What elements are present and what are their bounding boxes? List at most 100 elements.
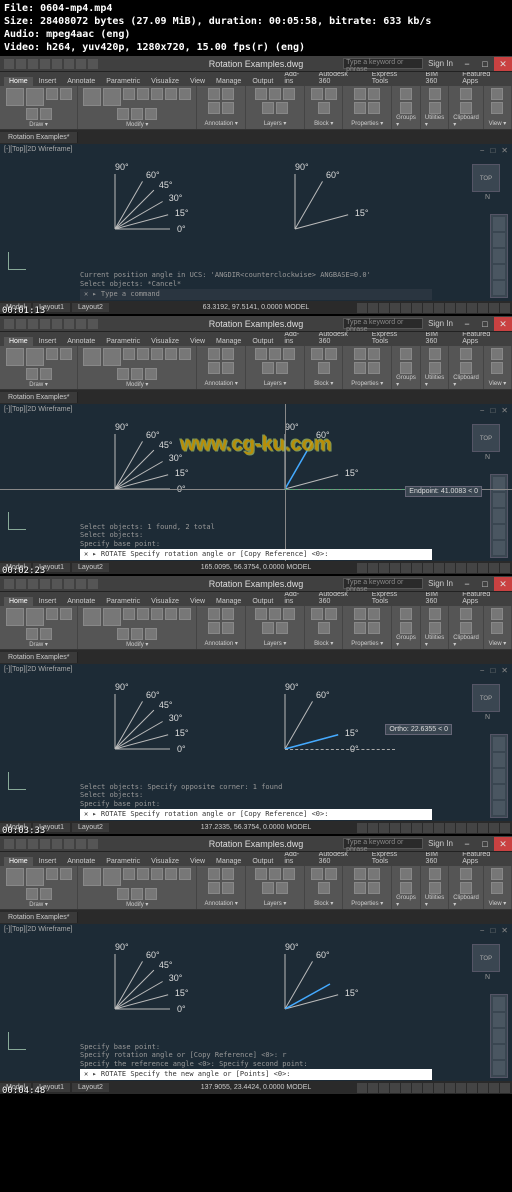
maximize-button[interactable]: □ <box>476 837 494 851</box>
ribbon-button[interactable] <box>400 348 412 360</box>
ribbon-button[interactable] <box>60 868 72 880</box>
ribbon-button[interactable] <box>26 608 44 626</box>
nav-tool[interactable] <box>493 509 505 523</box>
ribbon-button[interactable] <box>165 348 177 360</box>
close-icon[interactable]: ✕ <box>501 146 508 155</box>
ribbon-button[interactable] <box>368 348 380 360</box>
ribbon-button[interactable] <box>460 348 472 360</box>
ribbon-button[interactable] <box>368 102 380 114</box>
nav-tool[interactable] <box>493 785 505 799</box>
file-tab[interactable]: Rotation Examples* <box>0 392 78 403</box>
ribbon-tab[interactable]: Parametric <box>101 857 145 866</box>
ribbon-button[interactable] <box>123 348 135 360</box>
ribbon-button[interactable] <box>222 622 234 634</box>
qat-button[interactable] <box>52 579 62 589</box>
status-toggle[interactable] <box>390 823 400 833</box>
ribbon-button[interactable] <box>400 362 412 374</box>
ribbon-button[interactable] <box>165 868 177 880</box>
ribbon-button[interactable] <box>354 608 366 620</box>
nav-tool[interactable] <box>493 1029 505 1043</box>
nav-tool[interactable] <box>493 493 505 507</box>
qat-button[interactable] <box>28 839 38 849</box>
ribbon-button[interactable] <box>60 608 72 620</box>
ribbon-button[interactable] <box>103 868 121 886</box>
ribbon-tab[interactable]: Express Tools <box>367 330 420 346</box>
viewcube[interactable]: TOP <box>472 164 500 192</box>
status-toggle[interactable] <box>489 303 499 313</box>
ribbon-button[interactable] <box>208 868 220 880</box>
ribbon-button[interactable] <box>83 348 101 366</box>
qat-button[interactable] <box>4 59 14 69</box>
status-toggle[interactable] <box>467 563 477 573</box>
ribbon-tab[interactable]: Insert <box>34 77 62 86</box>
ribbon-button[interactable] <box>46 348 58 360</box>
search-input[interactable]: Type a keyword or phrase <box>343 578 423 589</box>
ribbon-tab[interactable]: Parametric <box>101 337 145 346</box>
ribbon-button[interactable] <box>460 882 472 894</box>
status-toggle[interactable] <box>368 1083 378 1093</box>
ribbon-tab[interactable]: Insert <box>34 857 62 866</box>
ribbon-button[interactable] <box>26 888 38 900</box>
ribbon-button[interactable] <box>179 608 191 620</box>
status-toggle[interactable] <box>401 1083 411 1093</box>
qat-button[interactable] <box>4 319 14 329</box>
close-button[interactable]: ✕ <box>494 57 512 71</box>
status-toggle[interactable] <box>445 303 455 313</box>
ribbon-button[interactable] <box>354 102 366 114</box>
ucs-icon[interactable] <box>8 508 30 530</box>
ribbon-button[interactable] <box>222 362 234 374</box>
ribbon-button[interactable] <box>26 348 44 366</box>
ribbon-button[interactable] <box>165 608 177 620</box>
ribbon-tab[interactable]: Featured Apps <box>457 590 512 606</box>
qat-button[interactable] <box>76 59 86 69</box>
minimize-button[interactable]: − <box>458 837 476 851</box>
status-toggle[interactable] <box>390 1083 400 1093</box>
ribbon-button[interactable] <box>318 622 330 634</box>
ribbon-button[interactable] <box>208 622 220 634</box>
status-toggle[interactable] <box>390 303 400 313</box>
ribbon-button[interactable] <box>6 348 24 366</box>
ribbon-button[interactable] <box>131 888 143 900</box>
ribbon-button[interactable] <box>325 88 337 100</box>
status-toggle[interactable] <box>445 563 455 573</box>
status-toggle[interactable] <box>434 563 444 573</box>
qat-button[interactable] <box>88 579 98 589</box>
ribbon-tab[interactable]: Visualize <box>146 597 184 606</box>
command-line[interactable]: ✕ ▸ ROTATE Specify rotation angle or [Co… <box>80 549 432 560</box>
status-toggle[interactable] <box>412 563 422 573</box>
status-toggle[interactable] <box>368 823 378 833</box>
ribbon-button[interactable] <box>222 102 234 114</box>
ribbon-button[interactable] <box>311 348 323 360</box>
ribbon-button[interactable] <box>429 362 441 374</box>
viewport-label[interactable]: [-][Top][2D Wireframe] <box>4 146 72 153</box>
ribbon-button[interactable] <box>262 102 274 114</box>
nav-tool[interactable] <box>493 1045 505 1059</box>
ribbon-button[interactable] <box>137 88 149 100</box>
nav-tool[interactable] <box>493 997 505 1011</box>
signin-link[interactable]: Sign In <box>428 59 453 68</box>
status-toggle[interactable] <box>434 303 444 313</box>
ribbon-button[interactable] <box>151 868 163 880</box>
status-toggle[interactable] <box>423 823 433 833</box>
signin-link[interactable]: Sign In <box>428 319 453 328</box>
status-toggle[interactable] <box>467 823 477 833</box>
qat-button[interactable] <box>88 839 98 849</box>
qat-button[interactable] <box>52 319 62 329</box>
file-tab[interactable]: Rotation Examples* <box>0 132 78 143</box>
ribbon-button[interactable] <box>117 888 129 900</box>
ribbon-button[interactable] <box>311 868 323 880</box>
close-icon[interactable]: ✕ <box>501 406 508 415</box>
ribbon-tab[interactable]: View <box>185 857 210 866</box>
qat-button[interactable] <box>76 579 86 589</box>
ribbon-tab[interactable]: Visualize <box>146 77 184 86</box>
status-toggle[interactable] <box>412 303 422 313</box>
viewport-label[interactable]: [-][Top][2D Wireframe] <box>4 406 72 413</box>
ribbon-button[interactable] <box>131 628 143 640</box>
ribbon-button[interactable] <box>400 882 412 894</box>
file-tab[interactable]: Rotation Examples* <box>0 652 78 663</box>
ribbon-button[interactable] <box>368 608 380 620</box>
minimize-button[interactable]: − <box>458 317 476 331</box>
qat-button[interactable] <box>16 579 26 589</box>
ribbon-button[interactable] <box>368 622 380 634</box>
ribbon-button[interactable] <box>283 868 295 880</box>
